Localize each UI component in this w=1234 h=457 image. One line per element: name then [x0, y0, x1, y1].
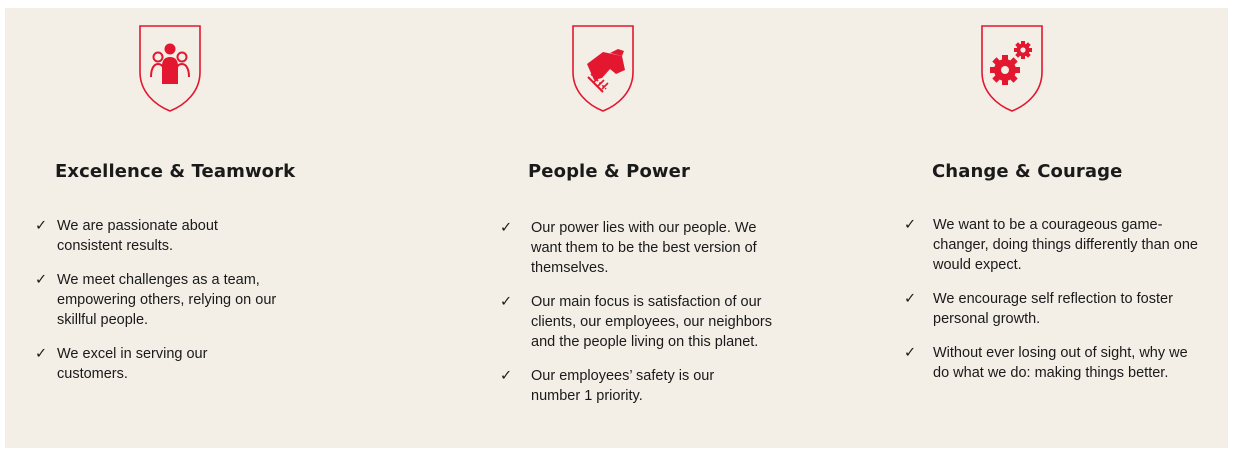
list-item: ✓ Our power lies with our people. We wan…: [500, 218, 800, 278]
gears-icon: [981, 25, 1043, 112]
bullet-text: Our power lies with our people. We want …: [531, 220, 757, 276]
column-title: Excellence & Teamwork: [55, 161, 296, 182]
list-item: ✓ We meet challenges as a team, empoweri…: [35, 270, 315, 330]
bullet-list: ✓ We want to be a courageous game-change…: [904, 215, 1224, 397]
checkmark-icon: ✓: [904, 291, 917, 307]
team-icon: [139, 25, 201, 112]
bullet-text: Without ever losing out of sight, why we…: [933, 345, 1188, 381]
checkmark-icon: ✓: [500, 368, 513, 384]
shield-badge: [979, 22, 1045, 114]
list-item: ✓ We excel in serving our customers.: [35, 344, 315, 384]
list-item: ✓ We are passionate about consistent res…: [35, 216, 315, 256]
checkmark-icon: ✓: [35, 218, 48, 234]
bullet-text: Our main focus is satisfaction of our cl…: [531, 294, 772, 350]
checkmark-icon: ✓: [35, 272, 48, 288]
bullet-text: Our employees’ safety is our number 1 pr…: [531, 368, 715, 404]
checkmark-icon: ✓: [904, 345, 917, 361]
list-item: ✓ Without ever losing out of sight, why …: [904, 343, 1224, 383]
list-item: ✓ Our employees’ safety is our number 1 …: [500, 366, 800, 406]
checkmark-icon: ✓: [904, 217, 917, 233]
bullet-text: We meet challenges as a team, empowering…: [57, 272, 277, 328]
list-item: ✓ Our main focus is satisfaction of our …: [500, 292, 800, 352]
list-item: ✓ We want to be a courageous game-change…: [904, 215, 1224, 275]
checkmark-icon: ✓: [500, 294, 513, 310]
bullet-list: ✓ We are passionate about consistent res…: [35, 216, 315, 398]
bullet-text: We encourage self reflection to foster p…: [933, 291, 1173, 327]
shield-badge: [570, 22, 636, 114]
handshake-icon: [572, 25, 634, 112]
column-title: People & Power: [528, 161, 690, 182]
bullet-text: We are passionate about consistent resul…: [57, 218, 218, 254]
bullet-list: ✓ Our power lies with our people. We wan…: [500, 218, 800, 420]
bullet-text: We want to be a courageous game-changer,…: [933, 217, 1198, 273]
values-panel: Excellence & Teamwork ✓ We are passionat…: [5, 8, 1228, 448]
column-title: Change & Courage: [932, 161, 1123, 182]
shield-badge: [137, 22, 203, 114]
checkmark-icon: ✓: [500, 220, 513, 236]
bullet-text: We excel in serving our customers.: [57, 346, 208, 382]
checkmark-icon: ✓: [35, 346, 48, 362]
list-item: ✓ We encourage self reflection to foster…: [904, 289, 1224, 329]
